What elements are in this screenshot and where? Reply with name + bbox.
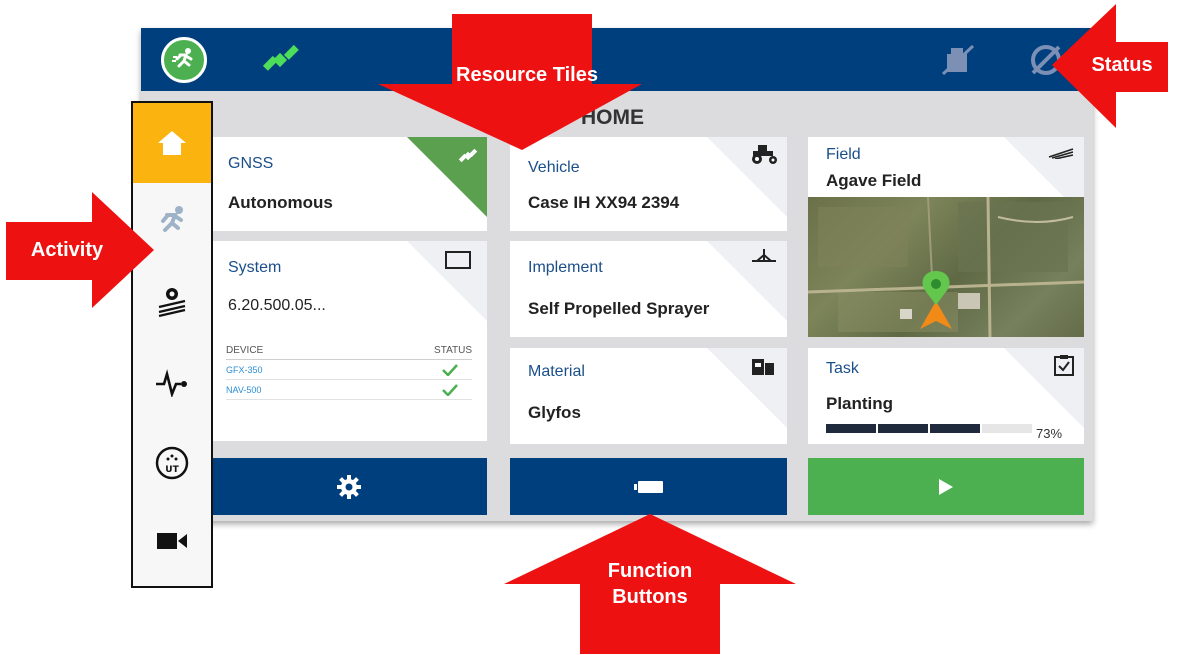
svg-text:UT: UT xyxy=(165,465,179,475)
field-label: Field xyxy=(826,146,861,163)
progress-segment xyxy=(826,424,876,433)
system-tile[interactable]: System 6.20.500.05... DEVICE STATUS GFX-… xyxy=(210,241,487,441)
clipboard-check-icon xyxy=(1054,355,1074,376)
table-row: GFX-350 xyxy=(226,360,472,380)
device-table-header: DEVICE STATUS xyxy=(226,345,472,360)
resource-tiles-callout-label: Resource Tiles xyxy=(456,64,598,86)
status-column-header: STATUS xyxy=(434,345,472,356)
material-label: Material xyxy=(528,363,585,380)
status-callout-label: Status xyxy=(1091,54,1153,76)
play-icon xyxy=(939,478,953,495)
field-rows-icon xyxy=(1048,148,1074,159)
material-containers-icon xyxy=(752,359,774,375)
satellite-icon[interactable] xyxy=(259,38,303,82)
implement-tile[interactable]: Implement Self Propelled Sprayer xyxy=(510,241,787,337)
battery-icon xyxy=(633,480,663,493)
settings-icon xyxy=(336,474,361,499)
battery-button[interactable] xyxy=(510,458,787,515)
settings-button[interactable] xyxy=(210,458,487,515)
material-value: Glyfos xyxy=(528,403,581,422)
progress-segment xyxy=(982,424,1032,433)
device-status-table: DEVICE STATUS GFX-350 NAV-500 xyxy=(226,345,472,400)
vehicle-label: Vehicle xyxy=(528,159,580,176)
sidebar-item-universal-terminal[interactable]: UT xyxy=(133,433,211,493)
field-map[interactable] xyxy=(808,196,1084,337)
progress-segment xyxy=(878,424,928,433)
play-button[interactable] xyxy=(808,458,1084,515)
field-tile[interactable]: Field Agave Field xyxy=(808,137,1084,337)
run-status-button[interactable] xyxy=(161,37,207,83)
system-label: System xyxy=(228,259,282,276)
tractor-icon xyxy=(752,145,777,164)
task-label: Task xyxy=(826,360,859,377)
task-progress-percent: 73% xyxy=(1036,426,1063,441)
gnss-value: Autonomous xyxy=(228,193,333,212)
function-buttons-callout-label: Function Buttons xyxy=(607,560,693,608)
home-icon xyxy=(158,131,186,155)
run-icon xyxy=(161,206,183,232)
field-value: Agave Field xyxy=(826,171,922,190)
gnss-label: GNSS xyxy=(228,155,274,172)
device-name: NAV-500 xyxy=(226,384,262,395)
sidebar-item-home[interactable] xyxy=(133,103,211,183)
task-tile[interactable]: Task Planting 73% xyxy=(808,348,1084,444)
runner-icon xyxy=(172,48,193,68)
activity-sidebar: UT xyxy=(131,101,213,588)
table-row: NAV-500 xyxy=(226,380,472,400)
progress-segment xyxy=(930,424,980,433)
camera-icon xyxy=(157,533,187,549)
activity-callout-label: Activity xyxy=(30,239,104,261)
device-column-header: DEVICE xyxy=(226,345,264,356)
implement-label: Implement xyxy=(528,259,603,276)
check-icon xyxy=(442,363,458,376)
ut-icon: UT xyxy=(155,446,189,480)
device-name: GFX-350 xyxy=(226,364,263,375)
location-pin-icon xyxy=(920,271,952,329)
system-version: 6.20.500.05... xyxy=(228,297,326,314)
sidebar-item-camera[interactable] xyxy=(133,511,211,571)
machine-settings-icon xyxy=(158,288,186,317)
vehicle-value: Case IH XX94 2394 xyxy=(528,193,680,212)
implement-value: Self Propelled Sprayer xyxy=(528,299,710,318)
check-icon xyxy=(442,383,458,396)
implement-status-icon[interactable] xyxy=(941,44,975,76)
task-progress-bar xyxy=(826,424,1034,433)
heartbeat-icon xyxy=(156,369,187,397)
sidebar-item-diagnostics[interactable] xyxy=(133,353,211,413)
material-tile[interactable]: Material Glyfos xyxy=(510,348,787,444)
task-value: Planting xyxy=(826,394,894,413)
implement-icon xyxy=(752,249,776,262)
display-icon xyxy=(445,251,471,269)
